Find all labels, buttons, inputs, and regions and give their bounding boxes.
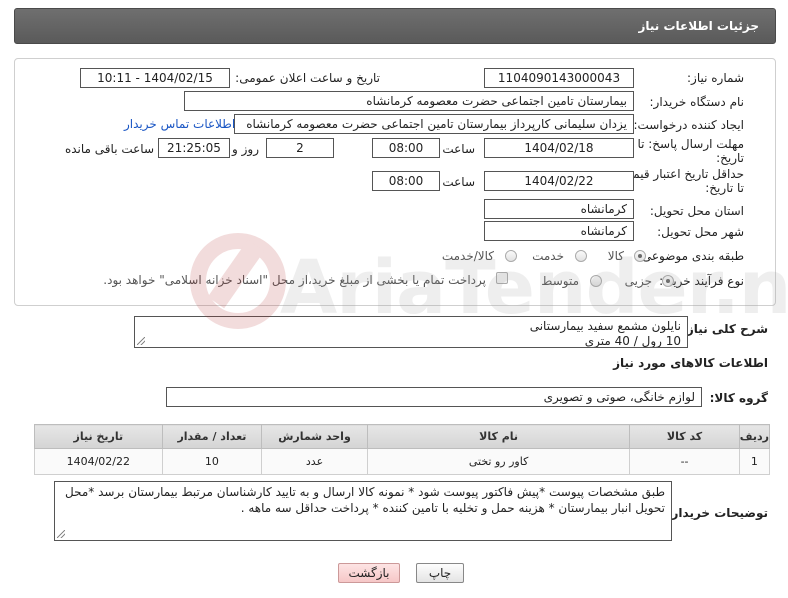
- delivery-province-field[interactable]: کرمانشاه: [484, 199, 634, 219]
- cell-unit: عدد: [261, 448, 368, 475]
- creator-label: ایجاد کننده درخواست:: [633, 118, 744, 132]
- reply-deadline-date-field[interactable]: 1404/02/18: [484, 138, 634, 158]
- announce-datetime-label: تاریخ و ساعت اعلان عمومی:: [235, 71, 380, 85]
- process-radio-minor[interactable]: [662, 275, 674, 287]
- buyer-notes-textarea[interactable]: طبق مشخصات پیوست *پیش فاکتور پیوست شود *…: [54, 481, 672, 541]
- treasury-payment-checkbox[interactable]: [496, 272, 508, 284]
- goods-group-label: گروه کالا:: [709, 391, 768, 405]
- resize-grip-icon[interactable]: [57, 530, 65, 538]
- process-option-minor: جزیی: [624, 274, 652, 288]
- page: جزئیات اطلاعات نیاز شماره نیاز: 11040901…: [0, 0, 788, 598]
- goods-group-field[interactable]: لوازم خانگی، صوتی و تصویری: [166, 387, 702, 407]
- print-button[interactable]: چاپ: [416, 563, 464, 583]
- reply-deadline-label: مهلت ارسال پاسخ: تا تاریخ:: [637, 137, 744, 165]
- remaining-time-label: ساعت باقی مانده: [64, 142, 154, 156]
- goods-info-title: اطلاعات کالاهای مورد نیاز: [613, 356, 768, 370]
- treasury-payment-note: پرداخت تمام یا بخشی از مبلغ خرید،از محل …: [103, 273, 486, 287]
- category-option-service: خدمت: [532, 249, 564, 263]
- buyer-contact-link[interactable]: اطلاعات تماس خریدار: [124, 117, 235, 131]
- need-number-field[interactable]: 1104090143000043: [484, 68, 634, 88]
- goods-table-header-row: ردیف کد کالا نام کالا واحد شمارش تعداد /…: [34, 424, 771, 449]
- creator-field[interactable]: یزدان سلیمانی کارپرداز بیمارستان تامین ا…: [234, 114, 634, 134]
- cell-need-date: 1404/02/22: [34, 448, 163, 475]
- process-option-medium: متوسط: [541, 274, 579, 288]
- category-label: طبقه بندی موضوعی:: [637, 249, 744, 263]
- reply-deadline-time-field[interactable]: 08:00: [372, 138, 440, 158]
- need-summary-label: شرح کلی نیاز:: [682, 322, 768, 336]
- delivery-city-field[interactable]: کرمانشاه: [484, 221, 634, 241]
- back-button[interactable]: بازگشت: [338, 563, 400, 583]
- cell-item-name: کاور رو تختی: [366, 448, 631, 475]
- reply-days-field[interactable]: 2: [266, 138, 334, 158]
- delivery-province-label: استان محل تحویل:: [649, 204, 744, 218]
- buyer-org-field[interactable]: بیمارستان تامین اجتماعی حضرت معصومه کرما…: [184, 91, 634, 111]
- remaining-time-field[interactable]: 21:25:05: [158, 138, 230, 158]
- buyer-notes-text: طبق مشخصات پیوست *پیش فاکتور پیوست شود *…: [65, 485, 665, 515]
- col-header-item-code: کد کالا: [629, 424, 740, 449]
- need-number-label: شماره نیاز:: [687, 71, 744, 85]
- col-header-item-name: نام کالا: [366, 424, 631, 449]
- price-validity-date-field[interactable]: 1404/02/22: [484, 171, 634, 191]
- reply-days-label: روز و: [232, 142, 259, 156]
- category-radio-goods-service[interactable]: [505, 250, 517, 262]
- delivery-city-label: شهر محل تحویل:: [657, 225, 744, 239]
- col-header-quantity: تعداد / مقدار: [161, 424, 263, 449]
- buyer-org-label: نام دستگاه خریدار:: [649, 95, 745, 109]
- col-header-unit: واحد شمارش: [261, 424, 368, 449]
- category-option-goods: کالا: [607, 249, 624, 263]
- process-radio-medium[interactable]: [590, 275, 602, 287]
- need-summary-line-2: 10 رول / 40 متری: [584, 334, 681, 348]
- need-summary-textarea[interactable]: نایلون مشمع سفید بیمارستانی 10 رول / 40 …: [134, 316, 688, 348]
- cell-item-code: --: [629, 448, 740, 475]
- page-header: جزئیات اطلاعات نیاز: [14, 8, 776, 44]
- category-radio-goods[interactable]: [634, 250, 646, 262]
- cell-row-number: 1: [738, 448, 771, 475]
- announce-datetime-field[interactable]: 1404/02/15 - 10:11: [80, 68, 230, 88]
- category-radio-service[interactable]: [575, 250, 587, 262]
- resize-grip-icon[interactable]: [137, 337, 145, 345]
- buyer-notes-label: توضیحات خریدار:: [666, 506, 768, 520]
- col-header-need-date: تاریخ نیاز: [34, 424, 163, 449]
- cell-quantity: 10: [161, 448, 263, 475]
- col-header-row-number: ردیف: [738, 424, 771, 449]
- goods-table: ردیف کد کالا نام کالا واحد شمارش تعداد /…: [34, 424, 771, 475]
- need-summary-line-1: نایلون مشمع سفید بیمارستانی: [529, 319, 681, 333]
- table-row[interactable]: 1 -- کاور رو تختی عدد 10 1404/02/22: [34, 448, 771, 475]
- category-option-goods-service: کالا/خدمت: [441, 249, 494, 263]
- reply-deadline-time-label: ساعت: [442, 142, 475, 156]
- price-validity-time-label: ساعت: [442, 175, 475, 189]
- page-title: جزئیات اطلاعات نیاز: [638, 19, 759, 33]
- price-validity-time-field[interactable]: 08:00: [372, 171, 440, 191]
